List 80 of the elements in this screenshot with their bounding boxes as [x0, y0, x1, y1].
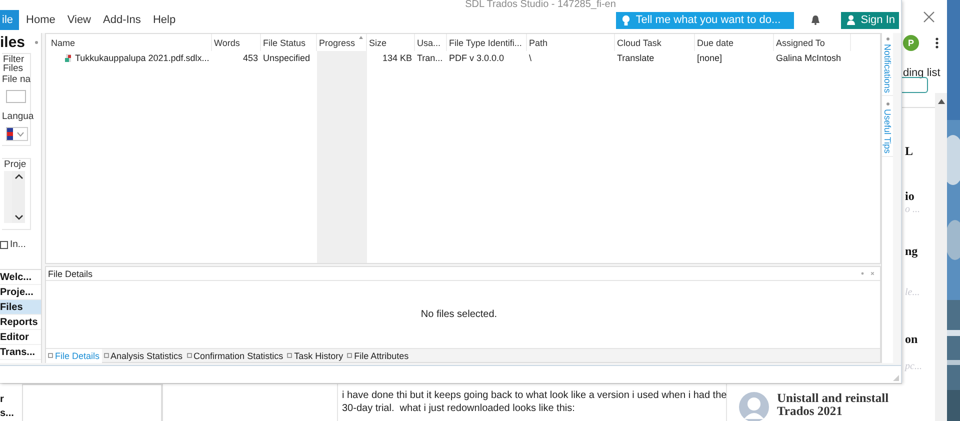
- tab[interactable]: Analysis Statistics: [102, 348, 185, 362]
- post-title[interactable]: L: [905, 144, 935, 158]
- related-post-link[interactable]: Unistall and reinstall Trados 2021: [777, 392, 902, 421]
- menu-tab[interactable]: Home: [19, 14, 62, 26]
- window-title: SDL Trados Studio - 147285_fi-en: [464, 0, 617, 10]
- table-cell-text: Translate: [616, 52, 656, 65]
- nav-item[interactable]: Welc...: [0, 270, 41, 285]
- tab[interactable]: Task History: [285, 348, 346, 362]
- close-icon[interactable]: [923, 10, 935, 22]
- side-tab[interactable]: Notifications: [882, 35, 893, 96]
- column-header[interactable]: Words: [212, 34, 261, 51]
- pin-icon[interactable]: [861, 272, 864, 275]
- nav-item[interactable]: Reports: [0, 315, 41, 330]
- post-title[interactable]: io: [905, 189, 935, 203]
- nav-item[interactable]: s...: [0, 408, 22, 421]
- bell-icon[interactable]: [810, 15, 820, 25]
- empty-message: No files selected.: [420, 309, 498, 320]
- column-header[interactable]: Cloud Task: [615, 34, 695, 51]
- file-icon: [65, 54, 72, 62]
- language-dropdown[interactable]: [6, 127, 28, 141]
- more-icon[interactable]: [935, 37, 939, 49]
- table-cell-text: 134 KB: [381, 52, 413, 65]
- pin-icon[interactable]: [35, 40, 38, 44]
- menu-tab[interactable]: Help: [146, 14, 182, 26]
- person-icon: [846, 15, 855, 25]
- group-label: Proje: [4, 159, 28, 170]
- flag-icon: [7, 128, 13, 140]
- column-header[interactable]: Path: [527, 34, 615, 51]
- post-title[interactable]: ng: [905, 244, 935, 258]
- column-header[interactable]: Size: [367, 34, 415, 51]
- comment-text: i have done thi but it keeps going back to what look like a version i used when i had the 30-day trial. what i just redownloaded looks like this:: [338, 384, 727, 421]
- resize-grip-icon[interactable]: [893, 375, 899, 381]
- column-header[interactable]: Name: [49, 34, 212, 51]
- side-tab[interactable]: Useful Tips: [882, 100, 893, 157]
- field-label: File na: [2, 74, 30, 85]
- document-icon: [287, 353, 292, 358]
- nav-item[interactable]: Trans...: [0, 345, 41, 360]
- document-icon: [186, 353, 192, 358]
- column-header[interactable]: File Type Identifi...: [447, 34, 527, 51]
- close-icon[interactable]: [871, 272, 874, 275]
- table-cell-text: \: [528, 52, 533, 65]
- post-title[interactable]: on: [905, 332, 935, 346]
- tab[interactable]: File Details: [46, 348, 102, 362]
- document-icon: [104, 353, 109, 358]
- column-header[interactable]: Usa...: [415, 34, 447, 51]
- file-name-field[interactable]: [6, 90, 26, 103]
- sort-icon: [359, 36, 363, 39]
- menu-tab[interactable]: View: [61, 14, 98, 26]
- chevron-down-icon[interactable]: [14, 215, 22, 220]
- column-header[interactable]: Assigned To: [774, 34, 851, 51]
- column-header[interactable]: File Status: [261, 34, 317, 51]
- tab[interactable]: Confirmation Statistics: [184, 348, 286, 362]
- document-icon: [48, 353, 53, 358]
- nav-item[interactable]: Files: [0, 300, 41, 315]
- pin-icon[interactable]: [886, 102, 890, 106]
- checkbox[interactable]: [0, 240, 8, 248]
- checkbox-label: In...: [10, 239, 26, 250]
- document-icon: [347, 353, 352, 358]
- lightbulb-icon: [622, 14, 630, 26]
- panel-title: iles: [0, 34, 26, 50]
- pin-icon[interactable]: [886, 37, 890, 41]
- table-cell: Tukkukauppalupa 2021.pdf.sdlx...: [49, 51, 212, 65]
- table-cell-text: Unspecified: [262, 52, 312, 65]
- file-menu-button[interactable]: ile: [0, 10, 20, 30]
- panel-title: File Details: [48, 268, 93, 278]
- scroll-up-icon[interactable]: [938, 99, 944, 104]
- chevron-up-icon[interactable]: [14, 174, 22, 179]
- nav-item[interactable]: Editor: [0, 330, 41, 345]
- table-cell-text: PDF v 3.0.0.0: [448, 52, 506, 65]
- tab[interactable]: File Attributes: [345, 348, 411, 362]
- nav-item[interactable]: r: [0, 394, 22, 408]
- column-header[interactable]: Due date: [695, 34, 774, 51]
- table-cell-text: Galina McIntosh: [775, 52, 842, 65]
- chevron-down-icon: [17, 132, 24, 136]
- table-cell-text: Tran...: [416, 52, 444, 65]
- sign-in-button[interactable]: Sign In: [840, 12, 899, 28]
- table-cell-text: 453: [242, 52, 259, 65]
- table-cell-text: [none]: [696, 52, 724, 65]
- menu-tab[interactable]: Add-Ins: [97, 14, 147, 26]
- group-label: Filter Files: [2, 54, 26, 73]
